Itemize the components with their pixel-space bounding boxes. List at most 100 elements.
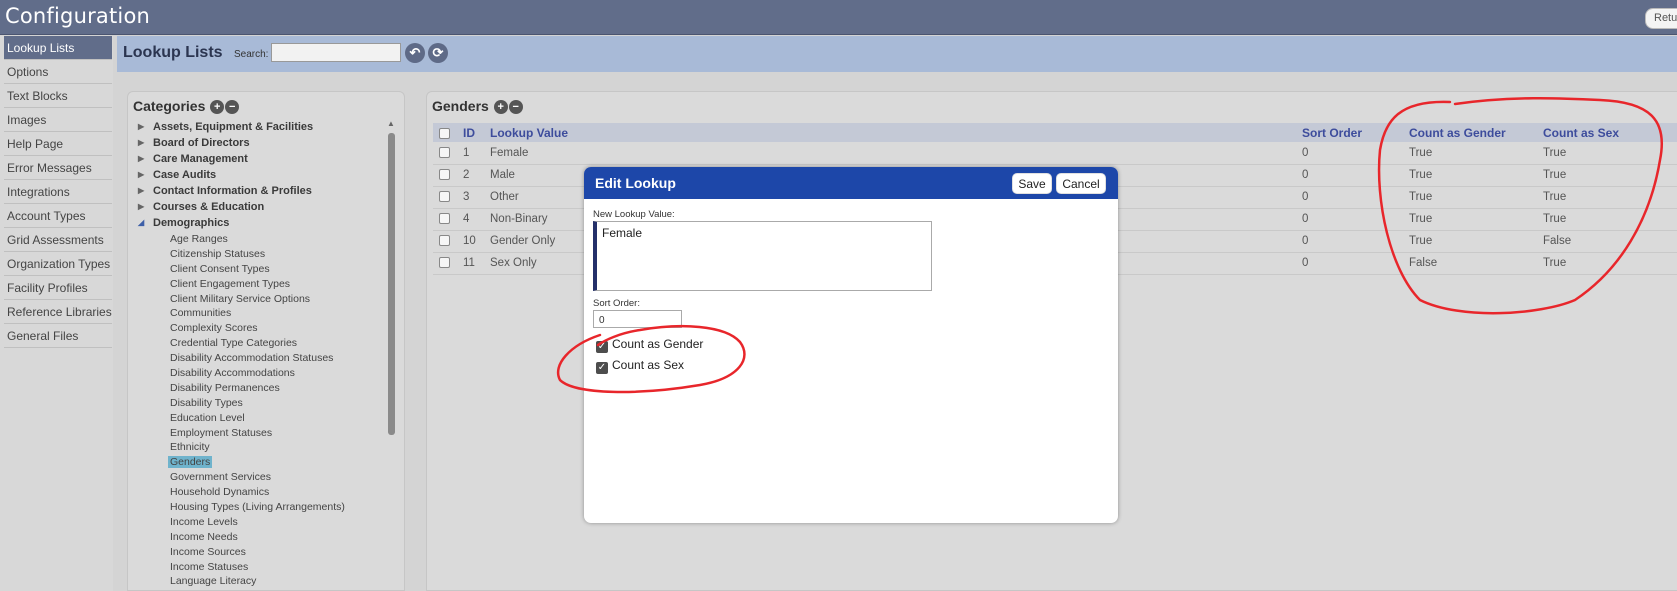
- list-item[interactable]: Disability Permanences: [128, 382, 383, 397]
- list-item[interactable]: Income Needs: [128, 531, 383, 546]
- lookup-value-textarea[interactable]: Female: [593, 221, 932, 291]
- category-scrollbar[interactable]: ▲: [386, 119, 396, 589]
- category-board[interactable]: ▶ Board of Directors: [128, 137, 383, 153]
- undo-icon[interactable]: ↶: [405, 43, 425, 63]
- expand-all-icon[interactable]: +: [210, 100, 225, 114]
- row-checkbox[interactable]: [439, 191, 450, 203]
- sidebar-item-integrations[interactable]: Integrations: [4, 180, 112, 204]
- refresh-icon[interactable]: ⟳: [428, 43, 448, 63]
- genders-title: Genders + −: [432, 98, 523, 114]
- checkbox-checked-icon[interactable]: ✓: [596, 341, 608, 353]
- save-button[interactable]: Save: [1012, 173, 1052, 194]
- row-checkbox[interactable]: [439, 213, 450, 225]
- collapse-arrow-icon[interactable]: ◢: [138, 218, 144, 227]
- scroll-thumb[interactable]: [388, 133, 395, 435]
- sidebar-item-general-files[interactable]: General Files: [4, 324, 112, 348]
- sidebar-item-facility-profiles[interactable]: Facility Profiles: [4, 276, 112, 300]
- list-item[interactable]: Disability Types: [128, 397, 383, 412]
- remove-icon[interactable]: −: [508, 100, 523, 114]
- list-item[interactable]: Housing Types (Living Arrangements): [128, 501, 383, 516]
- category-contact-info[interactable]: ▶ Contact Information & Profiles: [128, 185, 383, 201]
- return-button[interactable]: Return: [1645, 8, 1677, 29]
- row-checkbox-cell: [433, 230, 455, 253]
- category-assets[interactable]: ▶ Assets, Equipment & Facilities: [128, 121, 383, 137]
- list-item[interactable]: Disability Accommodations: [128, 367, 383, 382]
- list-item[interactable]: Employment Statuses: [128, 427, 383, 442]
- category-care-management[interactable]: ▶ Care Management: [128, 153, 383, 169]
- expand-arrow-icon[interactable]: ▶: [138, 170, 144, 179]
- row-checkbox[interactable]: [439, 235, 450, 247]
- search-input[interactable]: [271, 43, 401, 62]
- sort-order-input[interactable]: 0: [593, 310, 682, 328]
- sidebar-item-error-messages[interactable]: Error Messages: [4, 156, 112, 180]
- count-as-sex-option[interactable]: ✓ Count as Sex: [596, 358, 684, 374]
- sidebar-item-grid-assessments[interactable]: Grid Assessments: [4, 228, 112, 252]
- add-icon[interactable]: +: [493, 100, 508, 114]
- window-title: Configuration: [5, 4, 151, 28]
- select-all-cell: [433, 123, 455, 142]
- column-header-count-as-sex[interactable]: Count as Sex: [1543, 123, 1677, 142]
- column-header-lookup-value[interactable]: Lookup Value: [490, 123, 1302, 142]
- cell-gender: True: [1409, 230, 1543, 253]
- list-item[interactable]: Income Statuses: [128, 561, 383, 576]
- list-item[interactable]: Government Services: [128, 471, 383, 486]
- list-item[interactable]: Communities: [128, 307, 383, 322]
- sidebar-item-organization-types[interactable]: Organization Types: [4, 252, 112, 276]
- expand-arrow-icon[interactable]: ▶: [138, 154, 144, 163]
- expand-arrow-icon[interactable]: ▶: [138, 138, 144, 147]
- sidebar-item-account-types[interactable]: Account Types: [4, 204, 112, 228]
- collapse-all-icon[interactable]: −: [225, 100, 240, 114]
- cell-gender: True: [1409, 142, 1543, 165]
- row-checkbox-cell: [433, 142, 455, 165]
- scroll-up-icon[interactable]: ▲: [387, 119, 395, 128]
- count-as-gender-option[interactable]: ✓ Count as Gender: [596, 337, 703, 353]
- checkbox-checked-icon[interactable]: ✓: [596, 362, 608, 374]
- expand-arrow-icon[interactable]: ▶: [138, 122, 144, 131]
- column-header-id[interactable]: ID: [455, 123, 490, 142]
- category-courses[interactable]: ▶ Courses & Education: [128, 201, 383, 217]
- list-item[interactable]: Client Military Service Options: [128, 293, 383, 308]
- row-checkbox[interactable]: [439, 257, 450, 269]
- selected-genders-label: Genders: [168, 456, 213, 469]
- cancel-button[interactable]: Cancel: [1056, 173, 1106, 194]
- sidebar-item-options[interactable]: Options: [4, 60, 112, 84]
- list-item[interactable]: Education Level: [128, 412, 383, 427]
- select-all-checkbox[interactable]: [439, 127, 450, 139]
- table-row[interactable]: 1 Female 0 True True: [433, 142, 1677, 165]
- edit-lookup-dialog: Edit Lookup Save Cancel New Lookup Value…: [584, 167, 1118, 523]
- row-checkbox-cell: [433, 164, 455, 187]
- list-item-selected[interactable]: Genders: [128, 456, 383, 471]
- list-item[interactable]: Income Levels: [128, 516, 383, 531]
- list-item[interactable]: Age Ranges: [128, 233, 383, 248]
- category-case-audits[interactable]: ▶ Case Audits: [128, 169, 383, 185]
- row-checkbox[interactable]: [439, 169, 450, 181]
- list-item[interactable]: Complexity Scores: [128, 322, 383, 337]
- category-demographics[interactable]: ◢ Demographics: [128, 217, 383, 233]
- lookup-value-label: New Lookup Value:: [593, 209, 675, 220]
- sidebar: Lookup Lists Options Text Blocks Images …: [0, 36, 113, 591]
- expand-arrow-icon[interactable]: ▶: [138, 202, 144, 211]
- list-item[interactable]: Client Consent Types: [128, 263, 383, 278]
- expand-arrow-icon[interactable]: ▶: [138, 186, 144, 195]
- title-bar: Configuration Return: [0, 0, 1677, 35]
- sidebar-item-lookup-lists[interactable]: Lookup Lists: [4, 36, 112, 60]
- cell-sort: 0: [1302, 142, 1409, 165]
- column-header-count-as-gender[interactable]: Count as Gender: [1409, 123, 1543, 142]
- sidebar-item-text-blocks[interactable]: Text Blocks: [4, 84, 112, 108]
- list-item[interactable]: Ethnicity: [128, 441, 383, 456]
- column-header-sort-order[interactable]: Sort Order: [1302, 123, 1409, 142]
- list-item[interactable]: Citizenship Statuses: [128, 248, 383, 263]
- sidebar-item-reference-libraries[interactable]: Reference Libraries: [4, 300, 112, 324]
- list-item[interactable]: Language Literacy: [128, 575, 383, 590]
- list-item[interactable]: Household Dynamics: [128, 486, 383, 501]
- list-item[interactable]: Disability Accommodation Statuses: [128, 352, 383, 367]
- cell-sex: True: [1543, 142, 1677, 165]
- row-checkbox-cell: [433, 252, 455, 275]
- search-label: Search:: [234, 49, 269, 60]
- list-item[interactable]: Income Sources: [128, 546, 383, 561]
- sidebar-item-images[interactable]: Images: [4, 108, 112, 132]
- sidebar-item-help-page[interactable]: Help Page: [4, 132, 112, 156]
- row-checkbox[interactable]: [439, 147, 450, 159]
- list-item[interactable]: Client Engagement Types: [128, 278, 383, 293]
- list-item[interactable]: Credential Type Categories: [128, 337, 383, 352]
